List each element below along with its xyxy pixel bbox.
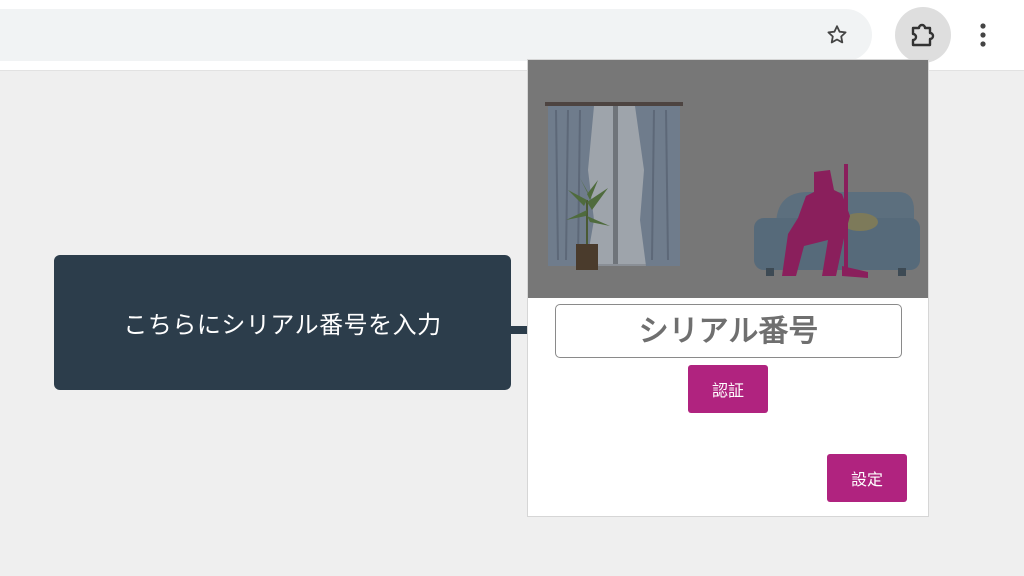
browser-menu-button[interactable] — [968, 18, 998, 52]
puzzle-piece-icon — [911, 23, 935, 47]
room-illustration — [528, 60, 928, 298]
callout-text: こちらにシリアル番号を入力 — [123, 311, 442, 339]
authenticate-button[interactable]: 認証 — [688, 365, 768, 413]
extension-popup: 認証 設定 — [527, 59, 929, 517]
bookmark-button[interactable] — [822, 20, 852, 50]
room-illustration-art — [545, 102, 920, 278]
settings-button[interactable]: 設定 — [827, 454, 907, 502]
extensions-button[interactable] — [895, 7, 951, 63]
serial-number-input[interactable] — [555, 304, 902, 358]
instruction-callout: こちらにシリアル番号を入力 — [54, 255, 511, 390]
address-bar[interactable] — [0, 9, 872, 61]
vertical-dots-icon — [980, 23, 986, 47]
star-outline-icon — [827, 25, 847, 44]
